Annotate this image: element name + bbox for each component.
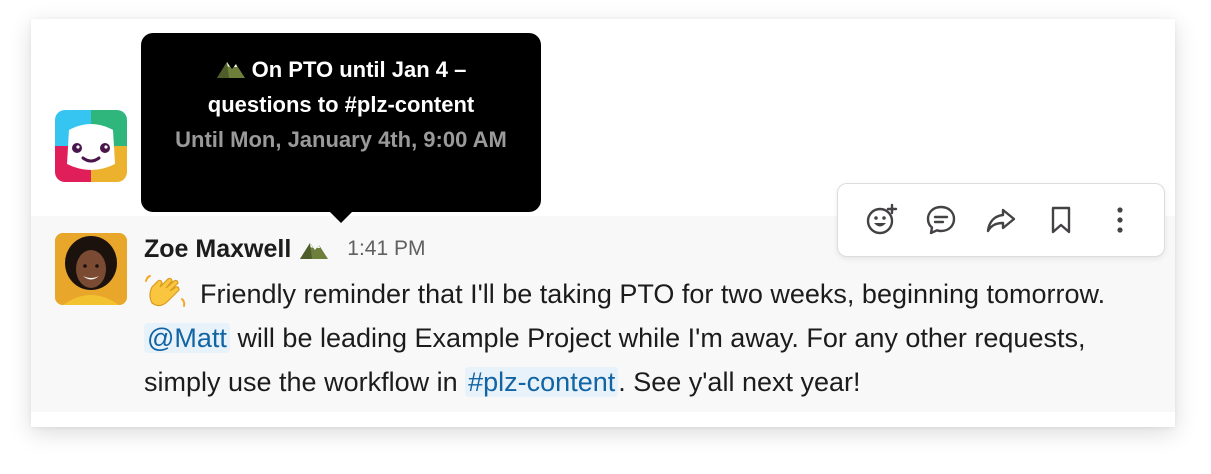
user-mention[interactable]: @Matt [144,323,230,353]
share-arrow-icon [986,208,1016,233]
status-tooltip: On PTO until Jan 4 – questions to #plz-c… [141,33,541,223]
message-actions-toolbar [837,183,1165,257]
message-header: Zoe Maxwell 1:41 PM [144,231,425,267]
bookmark-icon [1051,206,1070,234]
message-text-part: . See y'all next year! [618,367,861,397]
waving-hand-icon [144,273,188,307]
app-avatar[interactable] [55,110,127,182]
avatar[interactable] [55,233,127,305]
sender-name[interactable]: Zoe Maxwell [144,235,291,264]
share-message-button[interactable] [977,196,1025,244]
mountain-emoji-icon[interactable] [299,238,329,260]
more-actions-button[interactable] [1096,196,1144,244]
more-vertical-icon [1117,207,1123,233]
emoji-add-icon [866,203,897,235]
reply-in-thread-button[interactable] [917,196,965,244]
tooltip-status-text: On PTO until Jan 4 – questions to #plz-c… [207,57,475,117]
tooltip-until: Until Mon, January 4th, 9:00 AM [175,127,507,152]
save-message-button[interactable] [1037,196,1085,244]
message-text-part: Friendly reminder that I'll be taking PT… [200,279,1106,309]
message-text: Friendly reminder that I'll be taking PT… [144,272,1154,404]
add-reaction-button[interactable] [858,196,906,244]
tooltip-status: On PTO until Jan 4 – questions to #plz-c… [141,52,541,122]
thread-reply-icon [927,205,956,235]
mountain-emoji-icon [216,54,246,78]
timestamp[interactable]: 1:41 PM [347,237,425,261]
channel-link[interactable]: #plz-content [465,367,619,397]
